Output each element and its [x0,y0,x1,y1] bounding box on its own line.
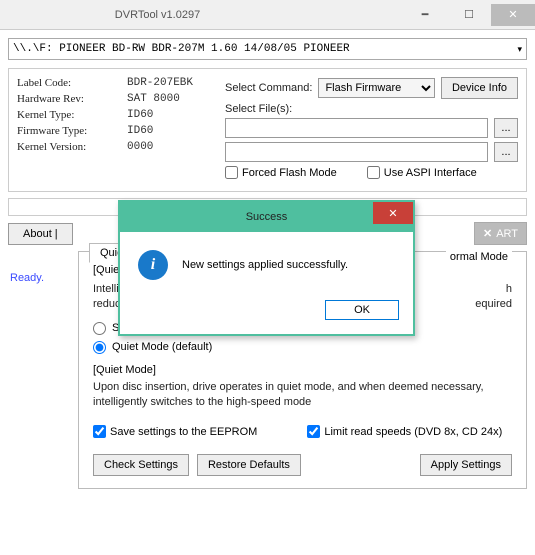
dialog-title-bar: Success ✕ [120,202,413,232]
kernel-type-val: ID60 [127,109,153,121]
about-button[interactable]: About | [8,223,73,245]
device-path: \\.\F: PIONEER BD-RW BDR-207M 1.60 14/08… [13,43,350,55]
dialog-close-button[interactable]: ✕ [373,202,413,224]
command-col: Select Command: Flash Firmware Device In… [225,77,518,183]
kernel-version-key: Kernel Version: [17,141,127,153]
info-panel: Label Code:BDR-207EBK Hardware Rev:SAT 8… [8,68,527,192]
maximize-button[interactable]: ☐ [447,4,491,26]
window-controls: ━ ☐ ✕ [403,4,535,26]
actions-row: Check Settings Restore Defaults Apply Se… [93,454,512,476]
limit-read-checkbox[interactable]: Limit read speeds (DVD 8x, CD 24x) [307,425,502,438]
device-info-button[interactable]: Device Info [441,77,518,99]
use-aspi-checkbox[interactable]: Use ASPI Interface [367,166,477,179]
dialog-ok-button[interactable]: OK [325,300,399,320]
device-info-col: Label Code:BDR-207EBK Hardware Rev:SAT 8… [17,77,215,183]
select-files-label: Select File(s): [225,103,518,115]
chevron-down-icon: ▾ [517,44,522,55]
kernel-version-val: 0000 [127,141,153,153]
kernel-type-key: Kernel Type: [17,109,127,121]
radio-quiet[interactable]: Quiet Mode (default) [93,341,512,354]
quiet-mode-desc: Upon disc insertion, drive operates in q… [93,380,512,410]
device-select[interactable]: \\.\F: PIONEER BD-RW BDR-207M 1.60 14/08… [8,38,527,60]
save-eeprom-checkbox[interactable]: Save settings to the EEPROM [93,425,257,438]
abort-button[interactable]: ✕ART [474,222,527,245]
info-icon: i [138,250,168,280]
window-title: DVRTool v1.0297 [12,9,403,21]
hardware-rev-key: Hardware Rev: [17,93,127,105]
file-input-2[interactable] [225,142,488,162]
firmware-type-key: Firmware Type: [17,125,127,137]
dialog-message: New settings applied successfully. [182,259,348,271]
browse-button-2[interactable]: ... [494,142,518,162]
minimize-button[interactable]: ━ [403,4,447,26]
quiet-mode-sub-title: [Quiet Mode] [93,364,512,376]
close-button[interactable]: ✕ [491,4,535,26]
apply-settings-button[interactable]: Apply Settings [420,454,512,476]
check-settings-button[interactable]: Check Settings [93,454,189,476]
browse-button-1[interactable]: ... [494,118,518,138]
device-row: \\.\F: PIONEER BD-RW BDR-207M 1.60 14/08… [8,38,527,60]
title-bar: DVRTool v1.0297 ━ ☐ ✕ [0,0,535,30]
close-icon: ✕ [483,227,492,240]
file-input-1[interactable] [225,118,488,138]
label-code-val: BDR-207EBK [127,77,193,89]
forced-flash-checkbox[interactable]: Forced Flash Mode [225,166,337,179]
hardware-rev-val: SAT 8000 [127,93,180,105]
tab-right-label: ormal Mode [446,251,512,263]
status-ready: Ready. [10,272,44,284]
firmware-type-val: ID60 [127,125,153,137]
success-dialog: Success ✕ i New settings applied success… [118,200,415,336]
dialog-title: Success [246,211,288,223]
restore-defaults-button[interactable]: Restore Defaults [197,454,301,476]
label-code-key: Label Code: [17,77,127,89]
select-command-label: Select Command: [225,82,312,94]
command-select[interactable]: Flash Firmware [318,78,435,98]
